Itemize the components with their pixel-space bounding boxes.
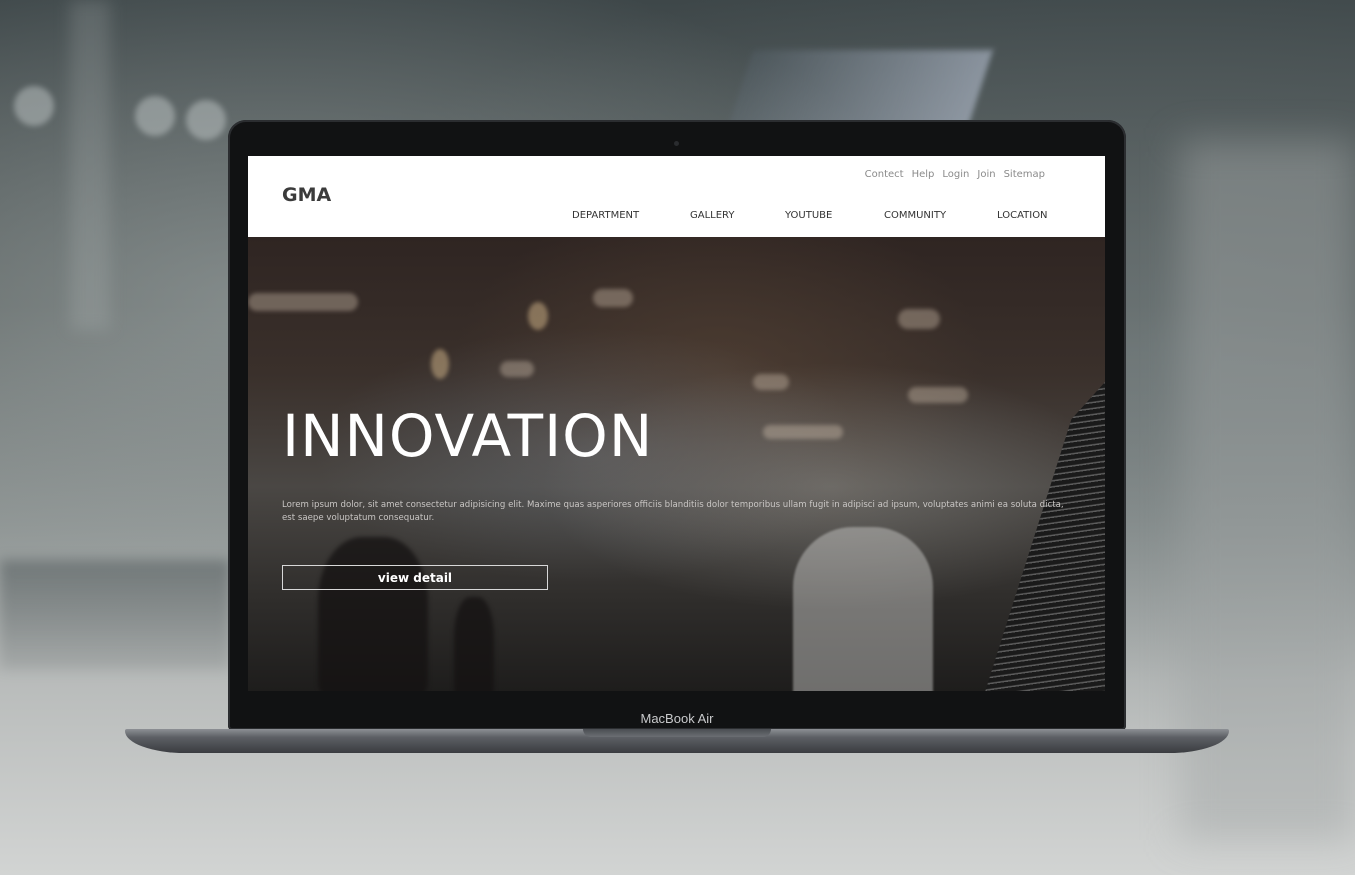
hero-light bbox=[593, 289, 633, 307]
hero-light bbox=[908, 387, 968, 403]
hero-light bbox=[431, 349, 449, 379]
hero-person bbox=[454, 597, 494, 691]
hero-light bbox=[528, 302, 548, 330]
camera-dot bbox=[674, 141, 679, 146]
util-link-join[interactable]: Join bbox=[977, 169, 995, 180]
util-link-sitemap[interactable]: Sitemap bbox=[1004, 169, 1045, 180]
hero-banner: INNOVATION Lorem ipsum dolor, sit amet c… bbox=[248, 237, 1105, 691]
background-books bbox=[0, 560, 230, 670]
hero-decor-stripes bbox=[985, 382, 1105, 691]
util-link-login[interactable]: Login bbox=[942, 169, 969, 180]
background-pillar bbox=[70, 0, 110, 330]
laptop-base bbox=[125, 729, 1229, 753]
hero-title: INNOVATION bbox=[282, 402, 654, 470]
hero-person bbox=[318, 537, 428, 691]
main-nav: DEPARTMENT GALLERY YOUTUBE COMMUNITY LOC… bbox=[248, 210, 1105, 224]
hero-light bbox=[763, 425, 843, 439]
hero-light bbox=[753, 374, 789, 390]
background-bokeh bbox=[14, 86, 54, 126]
hero-light bbox=[248, 293, 358, 311]
hero-chair bbox=[793, 527, 933, 691]
utility-nav: Contect Help Login Join Sitemap bbox=[865, 169, 1045, 180]
background-bokeh bbox=[135, 96, 175, 136]
device-label: MacBook Air bbox=[640, 711, 714, 726]
website-screen: GMA Contect Help Login Join Sitemap DEPA… bbox=[248, 156, 1105, 691]
hero-light bbox=[898, 309, 940, 329]
site-header: GMA Contect Help Login Join Sitemap DEPA… bbox=[248, 156, 1105, 237]
nav-item-gallery[interactable]: GALLERY bbox=[690, 210, 734, 221]
util-link-contect[interactable]: Contect bbox=[865, 169, 904, 180]
util-link-help[interactable]: Help bbox=[912, 169, 935, 180]
background-monitor bbox=[727, 50, 993, 130]
site-logo[interactable]: GMA bbox=[282, 184, 331, 206]
background-bokeh bbox=[186, 100, 226, 140]
laptop-hinge-notch bbox=[583, 729, 771, 737]
hero-description: Lorem ipsum dolor, sit amet consectetur … bbox=[282, 500, 1064, 523]
view-detail-button[interactable]: view detail bbox=[282, 565, 548, 590]
nav-item-location[interactable]: LOCATION bbox=[997, 210, 1048, 221]
mockup-scene: MacBook Air GMA Contect Help Login Join … bbox=[0, 0, 1355, 875]
nav-item-youtube[interactable]: YOUTUBE bbox=[785, 210, 832, 221]
hero-light bbox=[500, 361, 534, 377]
nav-item-community[interactable]: COMMUNITY bbox=[884, 210, 946, 221]
nav-item-department[interactable]: DEPARTMENT bbox=[572, 210, 639, 221]
